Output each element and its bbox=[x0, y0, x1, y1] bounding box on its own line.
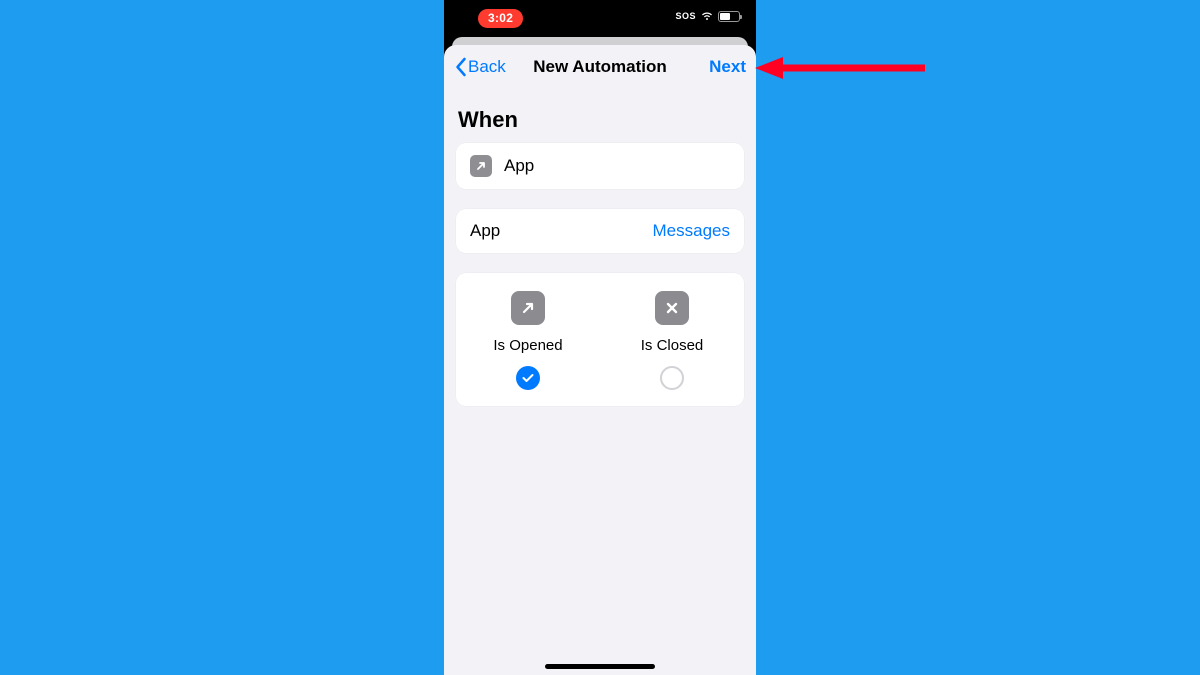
option-is-opened[interactable]: Is Opened bbox=[456, 291, 600, 390]
app-picker-row[interactable]: App Messages bbox=[456, 209, 744, 253]
launch-options-card: Is Opened Is Closed bbox=[456, 273, 744, 406]
option-closed-radio[interactable] bbox=[660, 366, 684, 390]
back-button[interactable]: Back bbox=[454, 57, 506, 77]
option-opened-radio[interactable] bbox=[516, 366, 540, 390]
section-heading-when: When bbox=[456, 89, 744, 143]
app-launch-icon bbox=[470, 155, 492, 177]
chevron-left-icon bbox=[454, 57, 467, 77]
trigger-type-label: App bbox=[504, 156, 730, 176]
option-closed-label: Is Closed bbox=[641, 337, 704, 354]
home-indicator[interactable] bbox=[545, 664, 655, 669]
app-picker-card: App Messages bbox=[456, 209, 744, 253]
trigger-type-card: App bbox=[456, 143, 744, 189]
checkmark-icon bbox=[522, 373, 534, 383]
sos-label: SOS bbox=[675, 11, 696, 21]
close-x-icon bbox=[655, 291, 689, 325]
modal-sheet: Back New Automation Next When App App Me… bbox=[444, 45, 756, 675]
status-right-cluster: SOS bbox=[675, 10, 740, 22]
status-time: 3:02 bbox=[488, 11, 513, 25]
status-bar: 3:02 SOS bbox=[444, 0, 756, 37]
next-button[interactable]: Next bbox=[709, 57, 746, 77]
battery-icon bbox=[718, 11, 740, 22]
app-picker-label: App bbox=[470, 221, 641, 241]
wifi-icon bbox=[700, 10, 714, 22]
back-label: Back bbox=[468, 57, 506, 77]
status-time-pill: 3:02 bbox=[478, 9, 523, 28]
option-opened-label: Is Opened bbox=[493, 337, 562, 354]
trigger-type-row[interactable]: App bbox=[456, 143, 744, 189]
arrow-out-icon bbox=[511, 291, 545, 325]
nav-bar: Back New Automation Next bbox=[444, 45, 756, 89]
annotation-arrow bbox=[755, 57, 925, 79]
sheet-content: When App App Messages bbox=[444, 89, 756, 406]
selected-app-value: Messages bbox=[653, 221, 730, 241]
phone-frame: 3:02 SOS Back New Automation Next When bbox=[444, 0, 756, 675]
option-is-closed[interactable]: Is Closed bbox=[600, 291, 744, 390]
